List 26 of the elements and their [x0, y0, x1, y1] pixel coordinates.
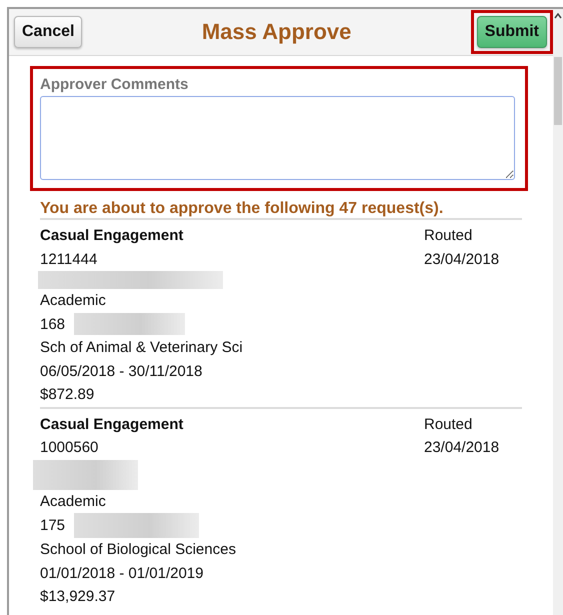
- request-status: Routed: [424, 414, 472, 434]
- request-amount: $13,929.37: [40, 587, 116, 607]
- request-department: Sch of Animal & Veterinary Sci: [40, 338, 243, 358]
- request-type: Casual Engagement: [40, 226, 184, 246]
- request-category: Academic: [40, 492, 106, 512]
- submit-button[interactable]: Submit: [476, 16, 547, 48]
- comments-label: Approver Comments: [40, 76, 190, 93]
- request-id: 1211444: [40, 250, 98, 270]
- request-code: 175: [40, 516, 66, 536]
- request-date: 23/04/2018: [424, 438, 500, 458]
- approval-notice: You are about to approve the following 47 request(s).: [40, 200, 444, 218]
- request-category: Academic: [40, 291, 106, 311]
- request-code: 168: [40, 314, 66, 334]
- comments-field[interactable]: [40, 96, 515, 180]
- request-status: Routed: [424, 226, 472, 246]
- scroll-up-icon[interactable]: [554, 13, 562, 19]
- request-date: 23/04/2018: [424, 250, 500, 270]
- request-department: School of Biological Sciences: [40, 540, 236, 560]
- request-type: Casual Engagement: [40, 414, 184, 434]
- request-period: 06/05/2018 - 30/11/2018: [40, 362, 202, 382]
- request-amount: $872.89: [40, 385, 94, 405]
- request-period: 01/01/2018 - 01/01/2019: [40, 564, 204, 584]
- page-title: Mass Approve: [202, 19, 352, 45]
- request-id: 1000560: [40, 438, 98, 458]
- scroll-thumb[interactable]: [554, 57, 562, 125]
- cancel-button[interactable]: Cancel: [14, 16, 82, 48]
